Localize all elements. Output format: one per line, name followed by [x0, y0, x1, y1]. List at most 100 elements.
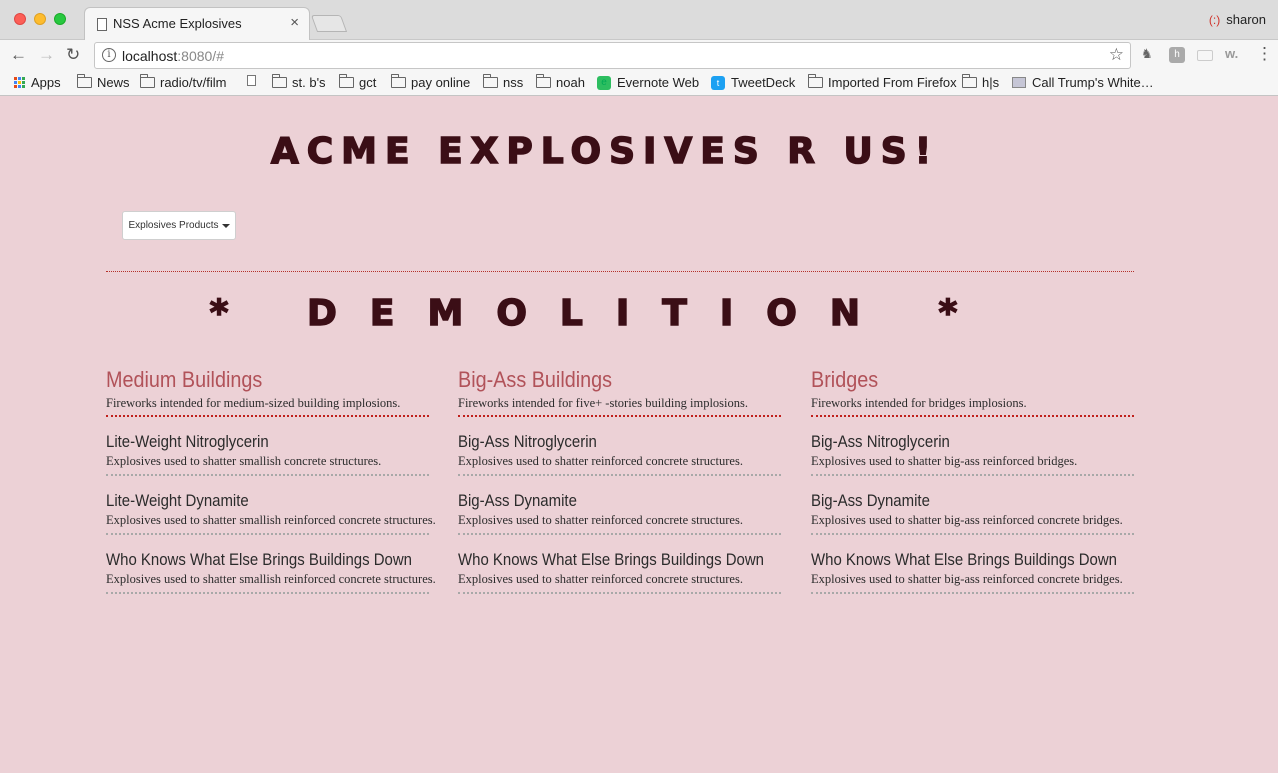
product-item: Lite-Weight Nitroglycerin Explosives use… [106, 417, 429, 476]
bookmark-label: Call Trump's White… [1032, 75, 1154, 90]
address-bar[interactable]: i localhost:8080/# ☆ [94, 42, 1131, 69]
profile-name: sharon [1226, 12, 1266, 27]
product-name: Who Knows What Else Brings Buildings Dow… [811, 550, 1117, 569]
category-description: Fireworks intended for bridges implosion… [811, 396, 1027, 410]
bookmark-label: Apps [31, 75, 61, 90]
folder-icon [483, 74, 498, 88]
bookmark-pay-online[interactable]: pay online [391, 74, 471, 90]
category-description: Fireworks intended for medium-sized buil… [106, 396, 401, 410]
bookmark-label: st. b's [292, 75, 326, 90]
bookmark-star-icon[interactable]: ☆ [1109, 45, 1124, 65]
category-title: Medium Buildings [106, 367, 263, 392]
bookmark-label: News [97, 75, 130, 90]
product-item: Big-Ass Nitroglycerin Explosives used to… [458, 417, 781, 476]
back-arrow-icon[interactable]: ← [10, 45, 27, 65]
bookmark-call-trumps-white-house[interactable]: Call Trump's White… [1012, 75, 1154, 90]
explosives-products-dropdown[interactable]: Explosives Products [122, 211, 236, 240]
page-viewport: ACME EXPLOSIVES R US! Explosives Product… [0, 97, 1278, 773]
bookmark-label: noah [556, 75, 585, 90]
folder-icon [140, 74, 155, 88]
bookmark-label: pay online [411, 75, 471, 90]
tab-title: NSS Acme Explosives [113, 16, 242, 31]
bookmark-apps[interactable]: Apps [14, 75, 61, 90]
bookmark-label: radio/tv/film [160, 75, 227, 90]
reload-icon[interactable]: ↻ [66, 45, 80, 65]
browser-toolbar: ← → ↻ i localhost:8080/# ☆ ♞ h w. ⋮ [0, 40, 1278, 71]
product-name: Lite-Weight Nitroglycerin [106, 432, 269, 451]
bookmark-label: h|s [982, 75, 1000, 90]
product-name: Big-Ass Nitroglycerin [811, 432, 950, 451]
bookmark-gct[interactable]: gct [339, 74, 377, 90]
bookmark-label: nss [503, 75, 524, 90]
folder-icon [536, 74, 551, 88]
w-extension-icon[interactable]: w. [1225, 46, 1238, 61]
extension-icon[interactable]: h [1169, 47, 1185, 63]
product-name: Big-Ass Dynamite [458, 491, 577, 510]
product-description: Explosives used to shatter reinforced co… [458, 454, 743, 468]
document-icon [97, 18, 107, 31]
bookmark-imported-from-firefox[interactable]: Imported From Firefox [808, 74, 957, 90]
product-item: Who Knows What Else Brings Buildings Dow… [811, 535, 1134, 594]
bookmark-news[interactable]: News [77, 74, 130, 90]
profile-button[interactable]: (:) sharon [1209, 12, 1266, 27]
browser-tab-active[interactable]: NSS Acme Explosives × [84, 7, 310, 41]
bookmark-nss[interactable]: nss [483, 74, 524, 90]
new-tab-button[interactable] [310, 15, 348, 32]
bookmark-page[interactable] [247, 75, 256, 86]
info-icon[interactable]: i [102, 48, 116, 62]
product-item: Big-Ass Dynamite Explosives used to shat… [458, 476, 781, 535]
extension-icon[interactable] [1197, 50, 1213, 61]
bookmark-label: Evernote Web [617, 75, 700, 90]
product-item: Who Knows What Else Brings Buildings Dow… [106, 535, 436, 594]
product-description: Explosives used to shatter reinforced co… [458, 513, 743, 527]
bookmark-evernote-web[interactable]: e Evernote Web [597, 75, 699, 90]
folder-icon [272, 74, 287, 88]
product-name: Lite-Weight Dynamite [106, 491, 249, 510]
bookmark-label: Imported From Firefox [828, 75, 957, 90]
evernote-icon: e [597, 75, 611, 90]
section-heading: * DEMOLITION * [209, 292, 991, 335]
bookmark-hs[interactable]: h|s [962, 74, 1000, 90]
product-name: Big-Ass Dynamite [811, 491, 930, 510]
evernote-extension-icon[interactable]: ♞ [1141, 46, 1153, 62]
bookmark-radio-tv-film[interactable]: radio/tv/film [140, 74, 227, 90]
category-column-big-ass-buildings: Big-Ass Buildings Fireworks intended for… [458, 367, 781, 594]
forward-arrow-icon[interactable]: → [38, 45, 55, 65]
category-description: Fireworks intended for five+ -stories bu… [458, 396, 749, 410]
product-description: Explosives used to shatter smallish rein… [106, 572, 436, 586]
zoom-window-button[interactable] [54, 13, 66, 25]
url-text[interactable]: localhost:8080/# [122, 48, 224, 64]
category-header: Bridges Fireworks intended for bridges i… [811, 367, 1134, 417]
folder-icon [391, 74, 406, 88]
twitter-icon: t [711, 75, 725, 90]
bookmark-tweetdeck[interactable]: t TweetDeck [711, 75, 795, 90]
category-column-medium-buildings: Medium Buildings Fireworks intended for … [106, 367, 436, 594]
category-column-bridges: Bridges Fireworks intended for bridges i… [811, 367, 1134, 594]
product-name: Big-Ass Nitroglycerin [458, 432, 597, 451]
bookmark-label: gct [359, 75, 377, 90]
bookmark-label: TweetDeck [731, 75, 796, 90]
folder-icon [77, 74, 92, 88]
category-header: Medium Buildings Fireworks intended for … [106, 367, 429, 417]
category-header: Big-Ass Buildings Fireworks intended for… [458, 367, 781, 417]
product-item: Lite-Weight Dynamite Explosives used to … [106, 476, 436, 535]
bookmark-st-bs[interactable]: st. b's [272, 74, 326, 90]
folder-icon [808, 74, 823, 88]
minimize-window-button[interactable] [34, 13, 46, 25]
product-item: Big-Ass Nitroglycerin Explosives used to… [811, 417, 1134, 476]
site-title: ACME EXPLOSIVES R US! [270, 130, 940, 173]
government-icon [1012, 77, 1026, 88]
kebab-menu-icon[interactable]: ⋮ [1256, 44, 1273, 64]
product-description: Explosives used to shatter smallish conc… [106, 454, 382, 468]
product-description: Explosives used to shatter reinforced co… [458, 572, 743, 586]
product-name: Who Knows What Else Brings Buildings Dow… [106, 550, 412, 569]
bookmark-noah[interactable]: noah [536, 74, 585, 90]
profile-icon: (:) [1208, 13, 1221, 27]
tab-close-icon[interactable]: × [290, 14, 299, 31]
product-description: Explosives used to shatter big-ass reinf… [811, 572, 1123, 586]
category-title: Big-Ass Buildings [458, 367, 613, 392]
bookmarks-bar: Apps News radio/tv/film st. b's gct pay … [0, 71, 1278, 96]
close-window-button[interactable] [14, 13, 26, 25]
apps-grid-icon [14, 77, 25, 88]
browser-titlebar: NSS Acme Explosives × (:) sharon [0, 0, 1278, 41]
